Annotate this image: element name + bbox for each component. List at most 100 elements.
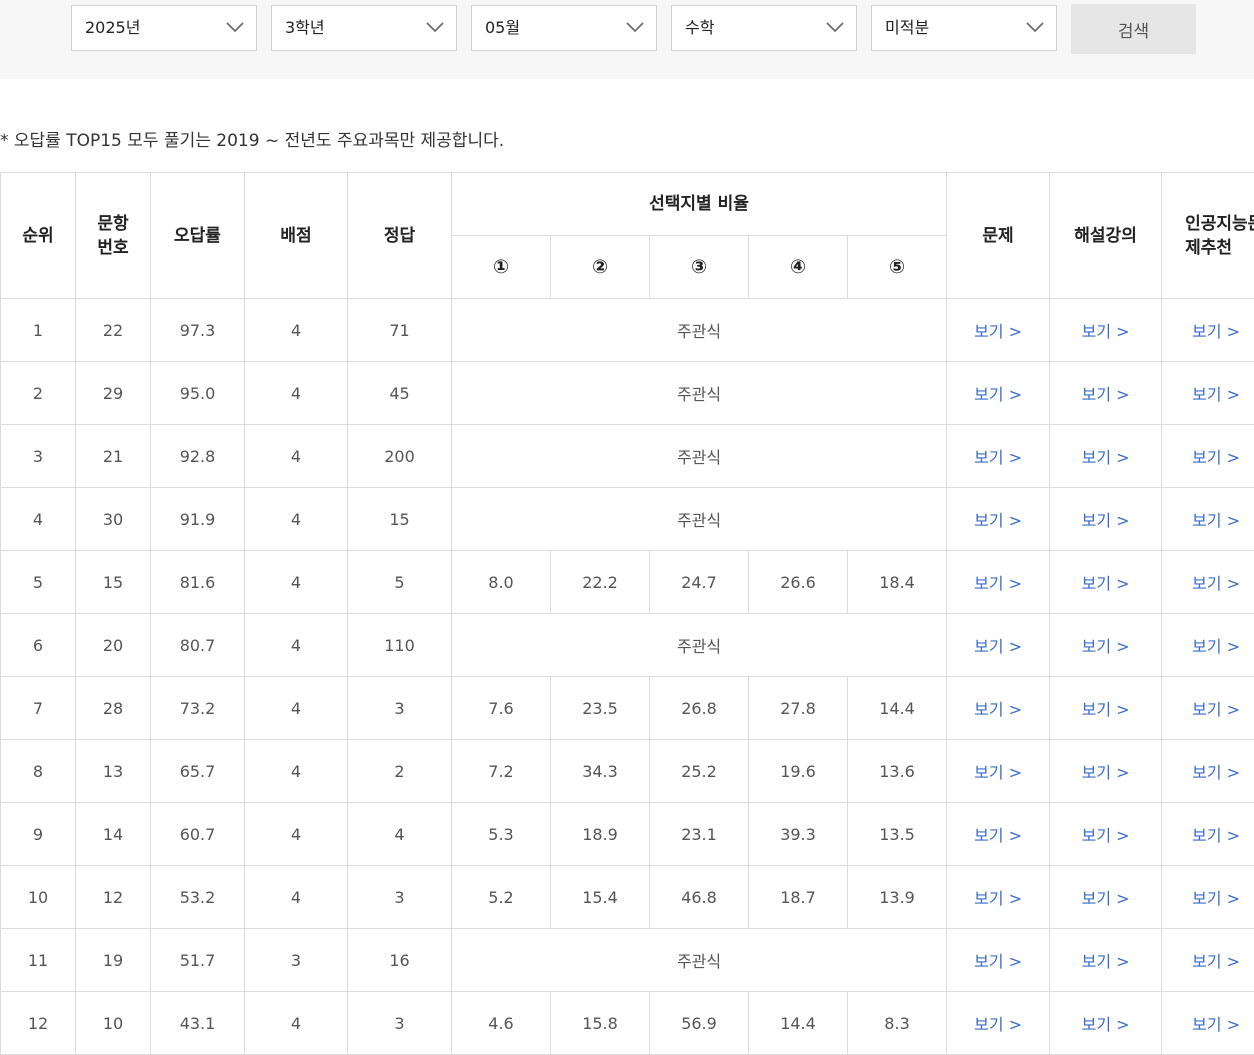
points-cell: 4 [244, 676, 348, 740]
answer-cell: 71 [347, 298, 452, 362]
view-problem-link[interactable]: 보기 > [946, 802, 1051, 866]
choice-2-ratio-cell: 15.4 [550, 865, 650, 929]
view-ai-recommend-link[interactable]: 보기 > [1161, 739, 1254, 803]
view-problem-link[interactable]: 보기 > [946, 550, 1051, 614]
filter-bar: 2025년 3학년 05월 수학 미적분 검색 [0, 0, 1254, 79]
choice-4-ratio-cell: 26.6 [748, 550, 848, 614]
view-problem-link[interactable]: 보기 > [946, 676, 1051, 740]
header-points: 배점 [244, 172, 348, 299]
view-ai-recommend-link[interactable]: 보기 > [1161, 613, 1254, 677]
error-rate-cell: 73.2 [150, 676, 245, 740]
view-ai-recommend-link[interactable]: 보기 > [1161, 928, 1254, 992]
error-rate-cell: 51.7 [150, 928, 245, 992]
choice-3-ratio-cell: 25.2 [649, 739, 749, 803]
view-lecture-link[interactable]: 보기 > [1049, 802, 1163, 866]
view-problem-link[interactable]: 보기 > [946, 361, 1051, 425]
view-problem-link[interactable]: 보기 > [946, 613, 1051, 677]
view-lecture-link[interactable]: 보기 > [1049, 424, 1163, 488]
item-number-cell: 29 [75, 361, 151, 425]
choice-1-ratio-cell: 7.2 [451, 739, 551, 803]
view-ai-recommend-link[interactable]: 보기 > [1161, 361, 1254, 425]
table-row: 12 10 43.1 4 3 4.6 15.8 56.9 14.4 8.3 보기 > 보기 > 보기 > [0, 991, 1254, 1055]
choice-3-ratio-cell: 23.1 [649, 802, 749, 866]
answer-cell: 2 [347, 739, 452, 803]
view-lecture-link[interactable]: 보기 > [1049, 991, 1163, 1055]
table-row: 11 19 51.7 3 16 주관식 보기 > 보기 > 보기 > [0, 928, 1254, 992]
view-lecture-link[interactable]: 보기 > [1049, 676, 1163, 740]
view-lecture-link[interactable]: 보기 > [1049, 298, 1163, 362]
grade-select[interactable]: 3학년 [271, 5, 457, 51]
subject-select[interactable]: 수학 [671, 5, 857, 51]
choice-5-ratio-cell: 13.5 [846, 802, 948, 866]
view-lecture-link[interactable]: 보기 > [1049, 361, 1163, 425]
rank-cell: 8 [0, 739, 76, 803]
view-ai-recommend-link[interactable]: 보기 > [1161, 865, 1254, 929]
points-cell: 4 [244, 424, 348, 488]
item-number-cell: 30 [75, 487, 151, 551]
table-row: 3 21 92.8 4 200 주관식 보기 > 보기 > 보기 > [0, 424, 1254, 488]
view-problem-link[interactable]: 보기 > [946, 487, 1051, 551]
view-lecture-link[interactable]: 보기 > [1049, 865, 1163, 929]
choice-5-ratio-cell: 18.4 [846, 550, 948, 614]
error-rate-cell: 53.2 [150, 865, 245, 929]
error-rate-cell: 80.7 [150, 613, 245, 677]
view-lecture-link[interactable]: 보기 > [1049, 550, 1163, 614]
view-ai-recommend-link[interactable]: 보기 > [1161, 487, 1254, 551]
grade-select-value: 3학년 [285, 18, 325, 37]
answer-cell: 3 [347, 991, 452, 1055]
search-button[interactable]: 검색 [1071, 4, 1196, 54]
chevron-down-icon [1026, 22, 1044, 33]
choice-5-ratio-cell: 14.4 [846, 676, 948, 740]
choice-2-ratio-cell: 23.5 [550, 676, 650, 740]
header-item-number: 문항번호 [75, 172, 151, 299]
choice-4-ratio-cell: 14.4 [748, 991, 848, 1055]
item-number-cell: 13 [75, 739, 151, 803]
rank-cell: 3 [0, 424, 76, 488]
rank-cell: 1 [0, 298, 76, 362]
points-cell: 4 [244, 802, 348, 866]
choice-3-ratio-cell: 26.8 [649, 676, 749, 740]
item-number-cell: 12 [75, 865, 151, 929]
view-lecture-link[interactable]: 보기 > [1049, 928, 1163, 992]
view-ai-recommend-link[interactable]: 보기 > [1161, 991, 1254, 1055]
view-ai-recommend-link[interactable]: 보기 > [1161, 802, 1254, 866]
choice-2-ratio-cell: 15.8 [550, 991, 650, 1055]
rank-cell: 10 [0, 865, 76, 929]
view-problem-link[interactable]: 보기 > [946, 739, 1051, 803]
view-problem-link[interactable]: 보기 > [946, 928, 1051, 992]
view-lecture-link[interactable]: 보기 > [1049, 487, 1163, 551]
rank-cell: 2 [0, 361, 76, 425]
view-problem-link[interactable]: 보기 > [946, 991, 1051, 1055]
view-lecture-link[interactable]: 보기 > [1049, 739, 1163, 803]
view-problem-link[interactable]: 보기 > [946, 298, 1051, 362]
view-lecture-link[interactable]: 보기 > [1049, 613, 1163, 677]
choice-1-ratio-cell: 7.6 [451, 676, 551, 740]
elective-select[interactable]: 미적분 [871, 5, 1057, 51]
view-ai-recommend-link[interactable]: 보기 > [1161, 298, 1254, 362]
view-problem-link[interactable]: 보기 > [946, 865, 1051, 929]
view-ai-recommend-link[interactable]: 보기 > [1161, 424, 1254, 488]
view-problem-link[interactable]: 보기 > [946, 424, 1051, 488]
view-ai-recommend-link[interactable]: 보기 > [1161, 550, 1254, 614]
view-ai-recommend-link[interactable]: 보기 > [1161, 676, 1254, 740]
points-cell: 3 [244, 928, 348, 992]
header-item-number-text: 문항번호 [97, 213, 129, 258]
subjective-cell: 주관식 [450, 424, 948, 488]
table-row: 1 22 97.3 4 71 주관식 보기 > 보기 > 보기 > [0, 298, 1254, 362]
header-choice-1: ① [451, 235, 551, 299]
answer-cell: 15 [347, 487, 452, 551]
item-number-cell: 22 [75, 298, 151, 362]
item-number-cell: 15 [75, 550, 151, 614]
subjective-cell: 주관식 [450, 613, 948, 677]
year-select[interactable]: 2025년 [71, 5, 257, 51]
year-select-value: 2025년 [85, 18, 141, 37]
header-ai-recommend: 인공지능문제추천 [1161, 172, 1254, 299]
error-rate-table: 순위 문항번호 오답률 배점 정답 선택지별 비율 문제 해설강의 인공지능문제… [0, 172, 1254, 1055]
points-cell: 4 [244, 298, 348, 362]
answer-cell: 16 [347, 928, 452, 992]
answer-cell: 3 [347, 865, 452, 929]
month-select[interactable]: 05월 [471, 5, 657, 51]
points-cell: 4 [244, 613, 348, 677]
table-row: 6 20 80.7 4 110 주관식 보기 > 보기 > 보기 > [0, 613, 1254, 677]
item-number-cell: 14 [75, 802, 151, 866]
